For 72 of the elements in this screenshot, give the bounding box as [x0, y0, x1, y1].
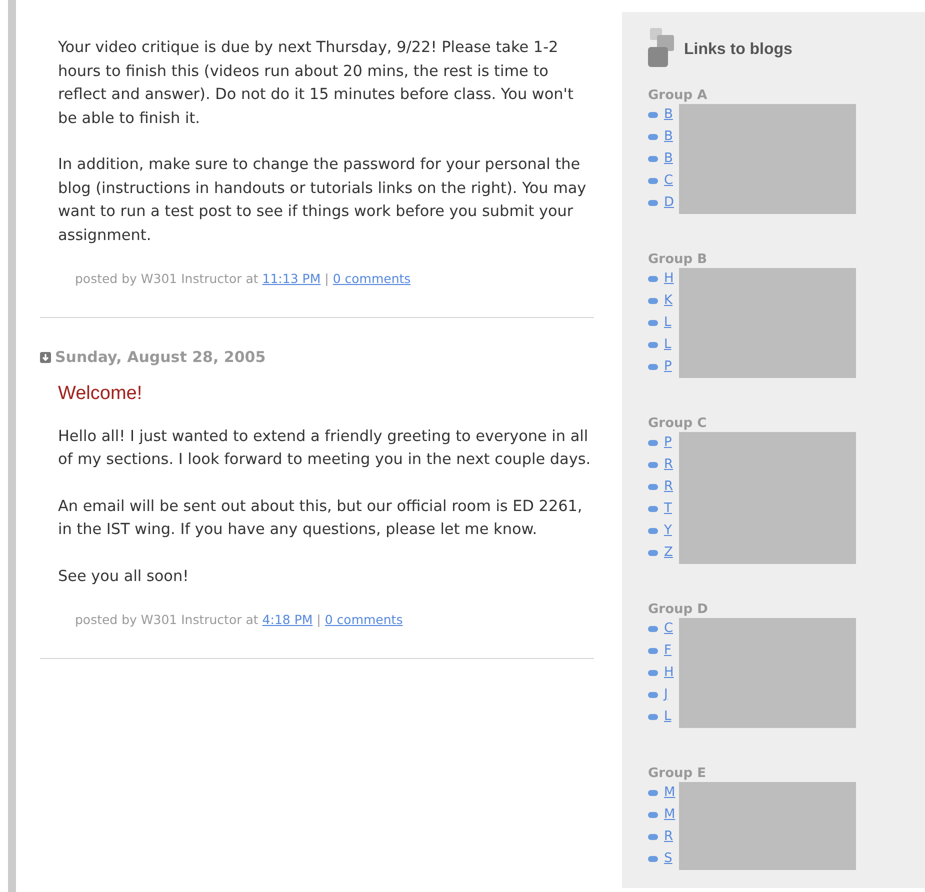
bullet-icon: [648, 834, 658, 840]
blog-link[interactable]: B: [664, 149, 673, 169]
bullet-icon: [648, 528, 658, 534]
bullet-icon: [648, 178, 658, 184]
bullet-icon: [648, 200, 658, 206]
time-link[interactable]: 4:18 PM: [262, 611, 313, 630]
post-paragraph: See you all soon!: [58, 566, 190, 587]
group-label: Group C: [648, 416, 708, 432]
blog-link[interactable]: B: [664, 127, 673, 147]
group-label: Group E: [648, 766, 707, 782]
post-paragraph: Hello all! I just wanted to extend a friendly greeting to everyone in all of my sections. I look forward to meeting you in the next couple days.: [58, 426, 592, 470]
bullet-icon: [648, 648, 658, 654]
blog-link[interactable]: R: [664, 827, 674, 847]
post-byline: posted by W301 Instructor at: [75, 270, 258, 288]
separator: |: [324, 270, 329, 288]
bullet-icon: [648, 506, 658, 512]
bullet-icon: [648, 856, 658, 862]
bullet-icon: [648, 812, 658, 818]
group-label: Group B: [648, 252, 708, 268]
post-date: Sunday, August 28, 2005: [55, 346, 266, 368]
separator: |: [316, 611, 321, 630]
bullet-icon: [648, 342, 658, 348]
bullet-icon: [648, 670, 658, 676]
bullet-icon: [648, 550, 658, 556]
blog-link[interactable]: M: [664, 783, 676, 803]
blog-link[interactable]: M: [664, 805, 676, 825]
blog-link[interactable]: P: [664, 357, 672, 377]
blog-link[interactable]: Z: [664, 543, 673, 563]
bullet-icon: [648, 112, 658, 118]
group-label: Group A: [648, 88, 708, 104]
bullet-icon: [648, 626, 658, 632]
blog-link[interactable]: L: [664, 707, 672, 727]
collapse-icon[interactable]: [40, 352, 51, 362]
post-byline: posted by W301 Instructor at: [75, 611, 258, 630]
bullet-icon: [648, 156, 658, 162]
blog-link[interactable]: F: [664, 641, 672, 661]
post-paragraph: Your video critique is due by next Thursday, 9/22! Please take 1-2 hours to finish this (videos run about 20 mins, the rest is time to reflect and answer). Do not do it 15 minutes before class. You won't be able to finish it.: [58, 37, 574, 128]
blog-link[interactable]: C: [664, 619, 674, 639]
bullet-icon: [648, 298, 658, 304]
bullet-icon: [648, 714, 658, 720]
blog-link[interactable]: L: [664, 335, 672, 355]
blog-link[interactable]: R: [664, 477, 674, 497]
bullet-icon: [648, 462, 658, 468]
bullet-icon: [648, 276, 658, 282]
bullet-icon: [648, 692, 658, 698]
blog-link[interactable]: H: [664, 269, 674, 289]
blog-link[interactable]: L: [664, 313, 672, 333]
bullet-icon: [648, 790, 658, 796]
blog-link[interactable]: S: [664, 849, 672, 869]
bullet-icon: [648, 134, 658, 140]
sidebar-title: Links to blogs: [684, 40, 792, 60]
comments-link[interactable]: 0 comments: [324, 611, 403, 630]
blog-link[interactable]: R: [664, 455, 674, 475]
group-label: Group D: [648, 602, 709, 618]
blog-link[interactable]: T: [664, 499, 672, 519]
blog-link[interactable]: D: [664, 193, 674, 213]
bullet-icon: [648, 484, 658, 490]
blog-link[interactable]: J: [664, 685, 668, 705]
post-paragraph: In addition, make sure to change the password for your personal the blog (instructions in handouts or tutorials links on the right). You may want to run a test post to see if things work before you submit your assignment.: [58, 154, 588, 246]
bullet-icon: [648, 440, 658, 446]
blog-link[interactable]: P: [664, 433, 672, 453]
blog-link[interactable]: Y: [664, 521, 672, 541]
bullet-icon: [648, 364, 658, 370]
blog-link[interactable]: K: [664, 291, 673, 311]
post-title: Welcome!: [58, 382, 144, 406]
comments-link[interactable]: 0 comments: [332, 270, 411, 289]
bullet-icon: [648, 320, 658, 326]
blog-link[interactable]: H: [664, 663, 674, 683]
post-paragraph: An email will be sent out about this, but our official room is ED 2261, in the IST wing. If you have any questions, please let me know.: [58, 496, 584, 540]
blog-link[interactable]: C: [664, 171, 674, 191]
time-link[interactable]: 11:13 PM: [262, 270, 321, 289]
blog-link[interactable]: B: [664, 105, 673, 125]
